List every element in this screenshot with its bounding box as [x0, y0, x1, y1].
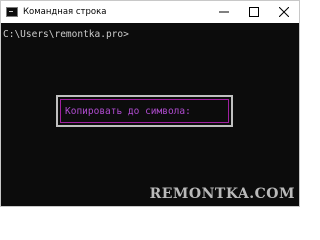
copy-to-char-dialog: Копировать до символа:	[56, 95, 233, 127]
command-prompt: C:\Users\remontka.pro>	[3, 29, 129, 40]
dialog-frame: Копировать до символа:	[60, 99, 229, 123]
cmd-icon[interactable]	[6, 7, 18, 17]
cmd-window: Командная строка C:\Users\remontka.pro> …	[0, 0, 300, 207]
maximize-icon	[249, 7, 259, 17]
title-bar[interactable]: Командная строка	[1, 1, 299, 23]
minimize-icon	[219, 11, 229, 13]
maximize-button[interactable]	[239, 1, 269, 23]
close-icon	[279, 7, 289, 17]
close-button[interactable]	[269, 1, 299, 23]
console-area[interactable]: C:\Users\remontka.pro> Копировать до сим…	[1, 23, 299, 206]
window-title: Командная строка	[23, 7, 107, 17]
minimize-button[interactable]	[209, 1, 239, 23]
site-watermark: REMONTKA.COM	[149, 186, 295, 202]
dialog-label: Копировать до символа:	[65, 105, 191, 117]
